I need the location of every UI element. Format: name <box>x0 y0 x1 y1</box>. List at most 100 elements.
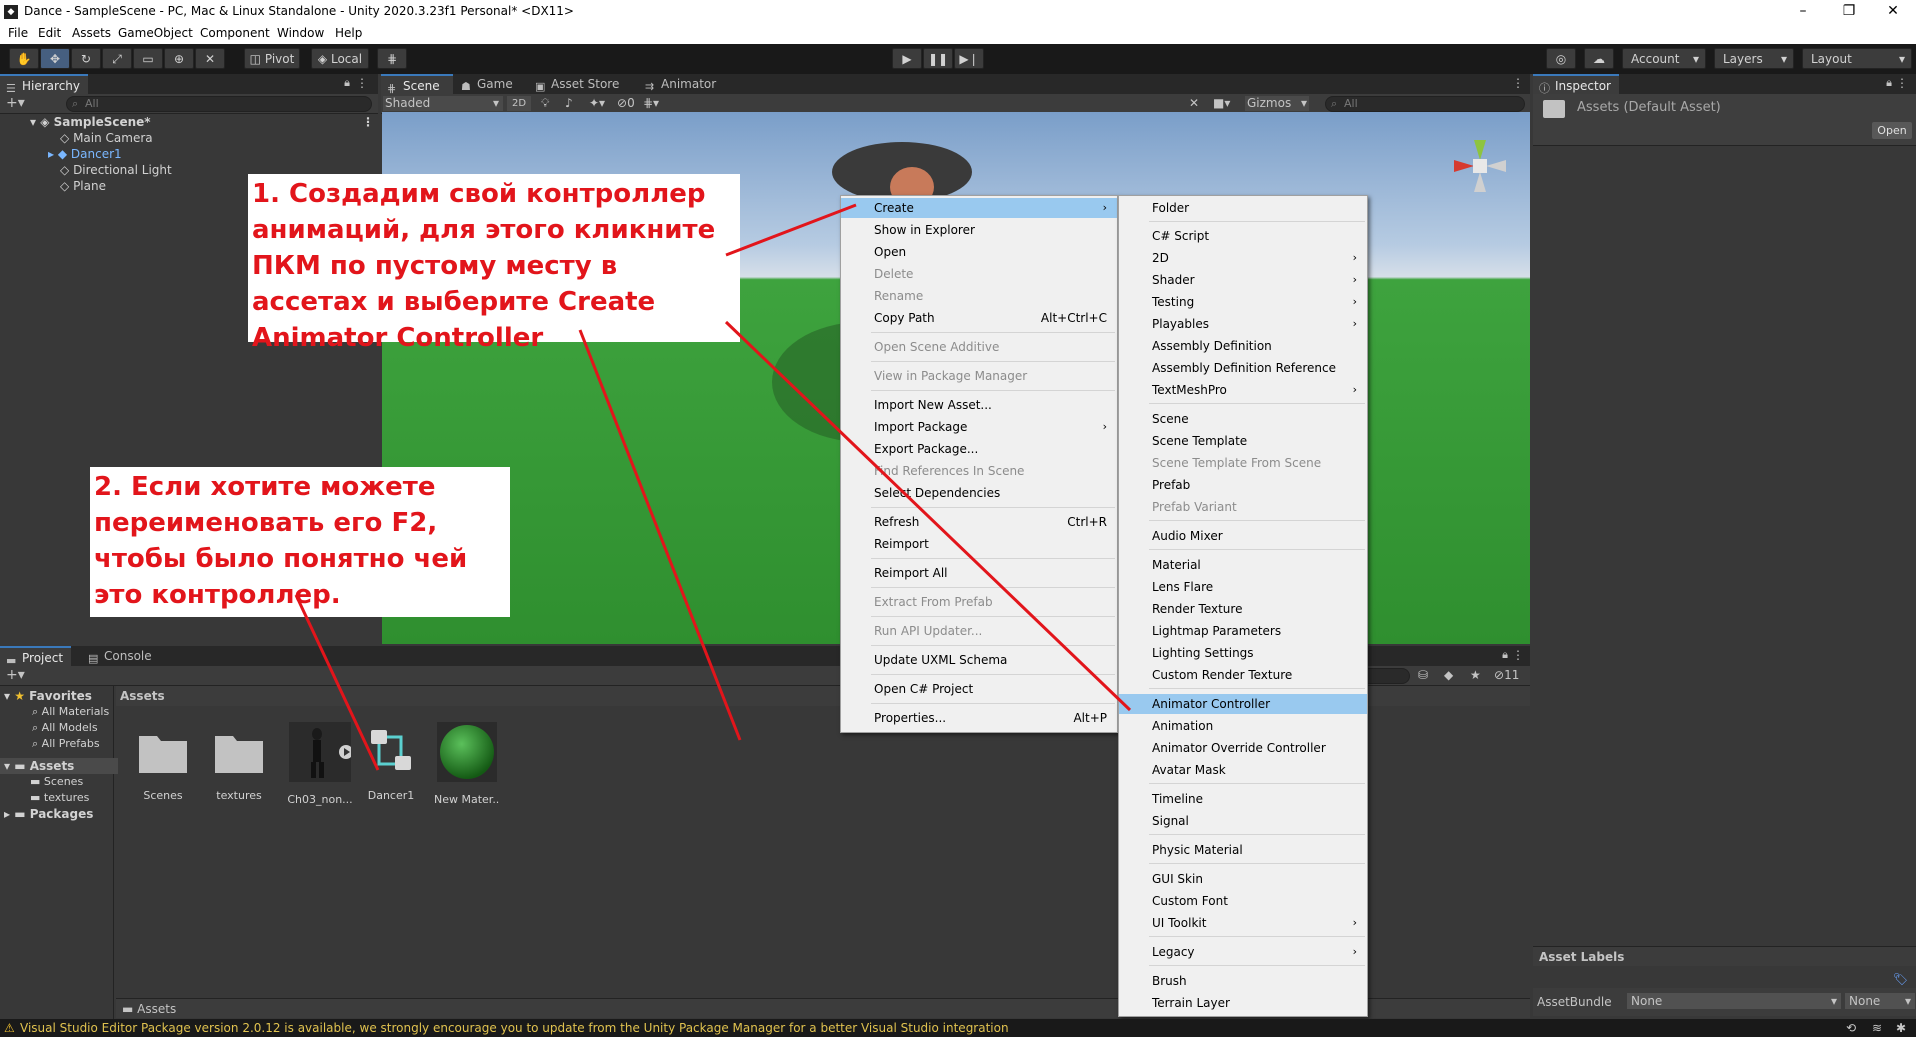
close-button[interactable]: ✕ <box>1870 0 1916 24</box>
asset-folder-scenes[interactable]: Scenes <box>130 722 196 802</box>
kebab-menu-icon[interactable]: ⋮ <box>356 76 368 90</box>
grid-snap-icon[interactable]: ⋕ <box>377 48 407 69</box>
submenu-item-shader[interactable]: Shader › <box>1119 270 1367 290</box>
submenu-item-material[interactable]: Material <box>1119 555 1367 575</box>
asset-animator-dancer1[interactable]: Dancer1 <box>358 722 424 802</box>
favorites-row[interactable]: ▾ ★ Favorites <box>4 688 92 704</box>
asset-model-ch03[interactable]: Ch03_non... <box>282 722 358 806</box>
hierarchy-search-input[interactable]: ⌕ All <box>66 96 372 112</box>
pivot-toggle[interactable]: ◫ Pivot <box>244 48 300 69</box>
layout-dropdown[interactable]: Layout ▾ <box>1802 48 1912 69</box>
favorite-star-icon[interactable]: ★ <box>1470 668 1481 682</box>
tab-scene[interactable]: ⋕ Scene <box>381 74 453 95</box>
assets-root-row[interactable]: ▾ ▬ Assets <box>0 758 118 774</box>
scale-tool-icon[interactable]: ⤢ <box>102 48 132 69</box>
lock-icon[interactable]: 🔒︎ <box>1886 76 1892 90</box>
submenu-item-lens-flare[interactable]: Lens Flare <box>1119 577 1367 597</box>
lock-icon[interactable]: 🔒︎ <box>1502 648 1508 662</box>
restore-button[interactable]: ❐ <box>1826 0 1872 24</box>
asset-material-new[interactable]: New Mater... <box>434 722 500 806</box>
menu-item-create[interactable]: Create › <box>841 198 1117 218</box>
submenu-item-testing[interactable]: Testing › <box>1119 292 1367 312</box>
menu-assets[interactable]: Assets <box>72 26 111 40</box>
submenu-item-assembly-definition-reference[interactable]: Assembly Definition Reference <box>1119 358 1367 378</box>
minimize-button[interactable]: – <box>1780 0 1826 24</box>
local-toggle[interactable]: ◈ Local <box>311 48 369 69</box>
submenu-item-lightmap-parameters[interactable]: Lightmap Parameters <box>1119 621 1367 641</box>
lighting-icon[interactable]: 💡︎ <box>541 96 549 111</box>
tab-game[interactable]: ☗ Game <box>455 74 521 94</box>
favorite-all-materials[interactable]: ⌕ All Materials <box>32 704 109 720</box>
asset-variant-dropdown[interactable]: None ▾ <box>1845 993 1915 1009</box>
submenu-item-csharp-script[interactable]: C# Script <box>1119 226 1367 246</box>
kebab-menu-icon[interactable]: ⋮ <box>1512 76 1524 90</box>
collab-icon[interactable]: ◎ <box>1546 48 1576 69</box>
menu-item-refresh[interactable]: Refresh Ctrl+R <box>841 512 1117 532</box>
status-message[interactable]: Visual Studio Editor Package version 2.0… <box>20 1019 1009 1037</box>
submenu-item-playables[interactable]: Playables › <box>1119 314 1367 334</box>
submenu-item-legacy[interactable]: Legacy › <box>1119 942 1367 962</box>
menu-item-export-package[interactable]: Export Package... <box>841 439 1117 459</box>
scene-root-row[interactable]: ▾ ◈ SampleScene* ⋮ <box>30 114 374 130</box>
submenu-item-physic-material[interactable]: Physic Material <box>1119 840 1367 860</box>
submenu-item-folder[interactable]: Folder <box>1119 198 1367 218</box>
open-button[interactable]: Open <box>1872 122 1912 139</box>
submenu-item-signal[interactable]: Signal <box>1119 811 1367 831</box>
menu-item-open-csharp-project[interactable]: Open C# Project <box>841 679 1117 699</box>
progress-icon[interactable]: ⟲ <box>1846 1019 1856 1037</box>
layers-dropdown[interactable]: Layers ▾ <box>1714 48 1794 69</box>
hierarchy-item-dancer1[interactable]: ▸ ◆ Dancer1 <box>48 146 122 162</box>
submenu-item-gui-skin[interactable]: GUI Skin <box>1119 869 1367 889</box>
filter-type-icon[interactable]: ⛁ <box>1418 668 1428 682</box>
menu-gameobject[interactable]: GameObject <box>118 26 193 40</box>
mode-2d-toggle[interactable]: 2D <box>507 96 531 111</box>
menu-item-reimport[interactable]: Reimport <box>841 534 1117 554</box>
kebab-menu-icon[interactable]: ⋮ <box>362 114 374 130</box>
submenu-item-2d[interactable]: 2D › <box>1119 248 1367 268</box>
layers-stack-icon[interactable]: ≋ <box>1872 1019 1882 1037</box>
gizmos-dropdown[interactable]: Gizmos ▾ <box>1245 96 1309 111</box>
account-dropdown[interactable]: Account ▾ <box>1622 48 1706 69</box>
move-tool-icon[interactable]: ✥ <box>40 48 70 69</box>
submenu-item-timeline[interactable]: Timeline <box>1119 789 1367 809</box>
menu-item-show-in-explorer[interactable]: Show in Explorer <box>841 220 1117 240</box>
menu-item-import-package[interactable]: Import Package › <box>841 417 1117 437</box>
grid-toggle-icon[interactable]: ⋕▾ <box>643 96 659 110</box>
effects-icon[interactable]: ✦▾ <box>589 96 605 110</box>
menu-edit[interactable]: Edit <box>38 26 61 40</box>
submenu-item-avatar-mask[interactable]: Avatar Mask <box>1119 760 1367 780</box>
tab-console[interactable]: ▤ Console <box>82 646 160 666</box>
add-icon[interactable]: +▾ <box>6 95 25 111</box>
submenu-item-audio-mixer[interactable]: Audio Mixer <box>1119 526 1367 546</box>
camera-icon[interactable]: ■▾ <box>1213 96 1230 110</box>
folder-scenes[interactable]: ▬ Scenes <box>30 774 83 790</box>
submenu-item-assembly-definition[interactable]: Assembly Definition <box>1119 336 1367 356</box>
menu-item-update-uxml-schema[interactable]: Update UXML Schema <box>841 650 1117 670</box>
submenu-item-scene[interactable]: Scene <box>1119 409 1367 429</box>
cloud-icon[interactable]: ☁ <box>1584 48 1614 69</box>
kebab-menu-icon[interactable]: ⋮ <box>1896 76 1908 90</box>
asset-labels-header[interactable]: Asset Labels <box>1533 946 1916 966</box>
scene-search-input[interactable]: ⌕ All <box>1325 96 1525 112</box>
transform-tool-icon[interactable]: ⊕ <box>164 48 194 69</box>
lock-icon[interactable]: 🔒︎ <box>344 76 350 90</box>
play-button[interactable]: ▶ <box>892 48 922 69</box>
submenu-item-textmeshpro[interactable]: TextMeshPro › <box>1119 380 1367 400</box>
submenu-item-ui-toolkit[interactable]: UI Toolkit › <box>1119 913 1367 933</box>
menu-file[interactable]: File <box>8 26 28 40</box>
submenu-item-animator-controller[interactable]: Animator Controller <box>1119 694 1367 714</box>
menu-window[interactable]: Window <box>277 26 324 40</box>
pause-button[interactable]: ❚❚ <box>923 48 953 69</box>
rect-tool-icon[interactable]: ▭ <box>133 48 163 69</box>
hand-tool-icon[interactable]: ✋ <box>9 48 39 69</box>
submenu-item-custom-render-texture[interactable]: Custom Render Texture <box>1119 665 1367 685</box>
add-icon[interactable]: +▾ <box>6 667 25 683</box>
favorite-all-prefabs[interactable]: ⌕ All Prefabs <box>32 736 100 752</box>
submenu-item-custom-font[interactable]: Custom Font <box>1119 891 1367 911</box>
tab-hierarchy[interactable]: ☰ Hierarchy <box>0 74 89 95</box>
step-button[interactable]: ▶❘ <box>954 48 984 69</box>
tab-inspector[interactable]: ⓘ Inspector <box>1533 74 1619 95</box>
submenu-item-animation[interactable]: Animation <box>1119 716 1367 736</box>
submenu-item-animator-override-controller[interactable]: Animator Override Controller <box>1119 738 1367 758</box>
menu-item-import-new-asset[interactable]: Import New Asset... <box>841 395 1117 415</box>
